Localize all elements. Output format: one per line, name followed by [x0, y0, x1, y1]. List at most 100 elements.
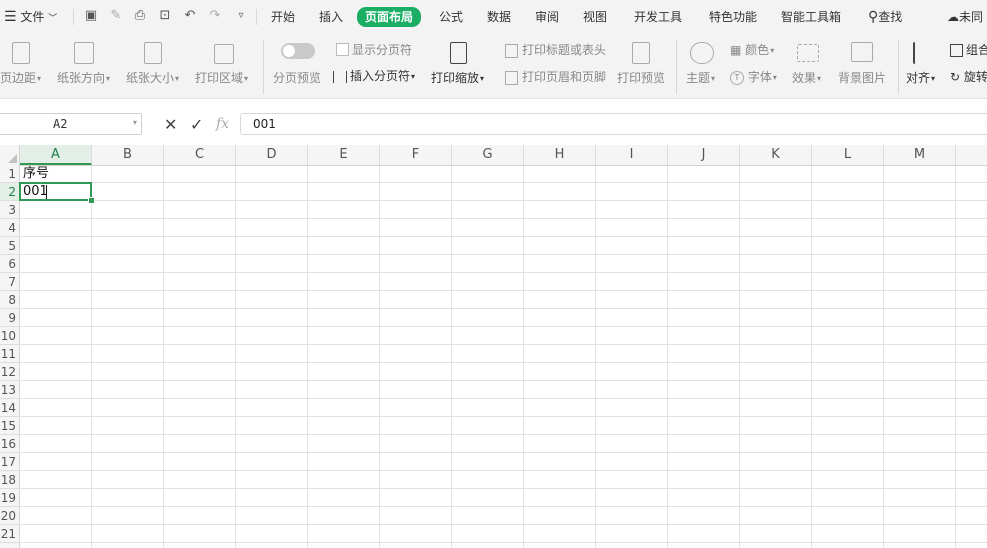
- column-header-b[interactable]: B: [92, 145, 164, 165]
- gridline-vertical: [235, 165, 236, 548]
- show-page-breaks-checkbox[interactable]: [336, 43, 349, 56]
- column-header-h[interactable]: H: [524, 145, 596, 165]
- row-header-18[interactable]: 18: [0, 471, 20, 489]
- gridline-vertical: [739, 165, 740, 548]
- row-header-16[interactable]: 16: [0, 435, 20, 453]
- print-preview-button[interactable]: 打印预览: [617, 69, 665, 86]
- column-header-i[interactable]: I: [596, 145, 668, 165]
- tab-features[interactable]: 特色功能: [709, 8, 757, 26]
- formula-input[interactable]: 001: [240, 113, 987, 135]
- row-header-21[interactable]: 21: [0, 525, 20, 543]
- insert-function-icon[interactable]: fx: [216, 116, 229, 132]
- tab-view[interactable]: 视图: [583, 8, 607, 26]
- page-break-preview-toggle[interactable]: [281, 43, 315, 59]
- paper-size-button[interactable]: 纸张大小▾: [126, 69, 179, 86]
- fill-handle[interactable]: [88, 197, 95, 204]
- gridline-horizontal: [20, 452, 987, 453]
- row-header-14[interactable]: 14: [0, 399, 20, 417]
- margins-button[interactable]: 页边距▾: [0, 69, 41, 86]
- hamburger-icon: ☰: [4, 9, 17, 25]
- row-header-15[interactable]: 15: [0, 417, 20, 435]
- colors-button[interactable]: ▦ 颜色▾: [730, 41, 774, 58]
- column-header-d[interactable]: D: [236, 145, 308, 165]
- row-header-8[interactable]: 8: [0, 291, 20, 309]
- column-header-g[interactable]: G: [452, 145, 524, 165]
- format-painter-icon[interactable]: ✎: [109, 9, 123, 23]
- row-header-19[interactable]: 19: [0, 489, 20, 507]
- column-header-f[interactable]: F: [380, 145, 452, 165]
- gridline-horizontal: [20, 488, 987, 489]
- row-header-2[interactable]: 2: [0, 183, 20, 201]
- cloud-icon: ☁: [947, 10, 959, 24]
- print-titles-button[interactable]: 打印标题或表头: [505, 41, 606, 58]
- row-header-17[interactable]: 17: [0, 453, 20, 471]
- column-header-e[interactable]: E: [308, 145, 380, 165]
- tab-data[interactable]: 数据: [487, 8, 511, 26]
- row-header-7[interactable]: 7: [0, 273, 20, 291]
- theme-button[interactable]: 主题▾: [686, 69, 715, 86]
- search-button[interactable]: ⚲查找: [868, 8, 902, 26]
- insert-page-break-button[interactable]: 插入分页符▾: [333, 67, 415, 84]
- tab-developer[interactable]: 开发工具: [634, 8, 682, 26]
- confirm-icon[interactable]: ✓: [190, 115, 203, 134]
- tab-review[interactable]: 审阅: [535, 8, 559, 26]
- redo-icon[interactable]: ↷: [208, 9, 222, 23]
- align-button[interactable]: 对齐▾: [906, 69, 935, 86]
- divider: [73, 9, 74, 25]
- column-header-k[interactable]: K: [740, 145, 812, 165]
- column-header-bar: ABCDEFGHIJKLM: [0, 145, 987, 166]
- row-header-6[interactable]: 6: [0, 255, 20, 273]
- tab-insert[interactable]: 插入: [319, 8, 343, 26]
- effects-button[interactable]: 效果▾: [792, 69, 821, 86]
- column-header-a[interactable]: A: [20, 145, 92, 165]
- tab-formulas[interactable]: 公式: [439, 8, 463, 26]
- save-icon[interactable]: ▣: [84, 9, 98, 23]
- column-header-c[interactable]: C: [164, 145, 236, 165]
- gridline-horizontal: [20, 470, 987, 471]
- tab-smart-toolbox[interactable]: 智能工具箱: [781, 8, 841, 26]
- select-all-corner[interactable]: [0, 145, 20, 165]
- column-header-m[interactable]: M: [884, 145, 956, 165]
- row-header-12[interactable]: 12: [0, 363, 20, 381]
- print-icon[interactable]: ⎙: [133, 9, 147, 23]
- file-menu[interactable]: ☰ 文件 ﹀: [4, 8, 57, 26]
- orientation-button[interactable]: 纸张方向▾: [57, 69, 110, 86]
- rotate-button[interactable]: ↻ 旋转: [950, 68, 987, 85]
- row-header-5[interactable]: 5: [0, 237, 20, 255]
- print-scaling-button[interactable]: 打印缩放▾: [431, 69, 484, 86]
- row-header-11[interactable]: 11: [0, 345, 20, 363]
- cancel-icon[interactable]: ✕: [164, 115, 177, 134]
- gridline-horizontal: [20, 506, 987, 507]
- print-area-button[interactable]: 打印区域▾: [195, 69, 248, 86]
- cell-a1[interactable]: 序号: [20, 165, 91, 183]
- gridline-vertical: [307, 165, 308, 548]
- row-header-9[interactable]: 9: [0, 309, 20, 327]
- print-preview-icon[interactable]: ⊡: [158, 9, 172, 23]
- background-image-button[interactable]: 背景图片: [838, 69, 886, 86]
- gridline-horizontal: [20, 200, 987, 201]
- row-header-3[interactable]: 3: [0, 201, 20, 219]
- tab-start[interactable]: 开始: [271, 8, 295, 26]
- sync-status[interactable]: ☁未同: [947, 8, 983, 26]
- row-header-1[interactable]: 1: [0, 165, 20, 183]
- chevron-down-icon: ﹀: [48, 14, 58, 24]
- fonts-button[interactable]: T 字体▾: [730, 68, 777, 85]
- tab-page-layout[interactable]: 页面布局: [357, 7, 422, 27]
- print-header-footer-button[interactable]: 打印页眉和页脚: [505, 68, 606, 85]
- gridline-vertical: [451, 165, 452, 548]
- row-header-4[interactable]: 4: [0, 219, 20, 237]
- fonts-icon: T: [730, 70, 744, 85]
- column-header-j[interactable]: J: [668, 145, 740, 165]
- column-header-l[interactable]: L: [812, 145, 884, 165]
- spreadsheet-grid: ABCDEFGHIJKLM 1 2 3 4 5 6 7 8 9 10 11 12 13 14 15 16 17 1…: [0, 145, 987, 548]
- search-label: 查找: [878, 10, 903, 24]
- undo-icon[interactable]: ↶: [183, 9, 197, 23]
- row-header-20[interactable]: 20: [0, 507, 20, 525]
- name-box[interactable]: A2 ▾: [0, 113, 142, 135]
- row-header-10[interactable]: 10: [0, 327, 20, 345]
- group-button[interactable]: 组合: [950, 41, 987, 58]
- cell-area[interactable]: 序号 001: [19, 165, 987, 548]
- chevron-down-icon[interactable]: ▾: [133, 118, 137, 127]
- row-header-13[interactable]: 13: [0, 381, 20, 399]
- customize-toolbar-icon[interactable]: ▿: [234, 9, 248, 23]
